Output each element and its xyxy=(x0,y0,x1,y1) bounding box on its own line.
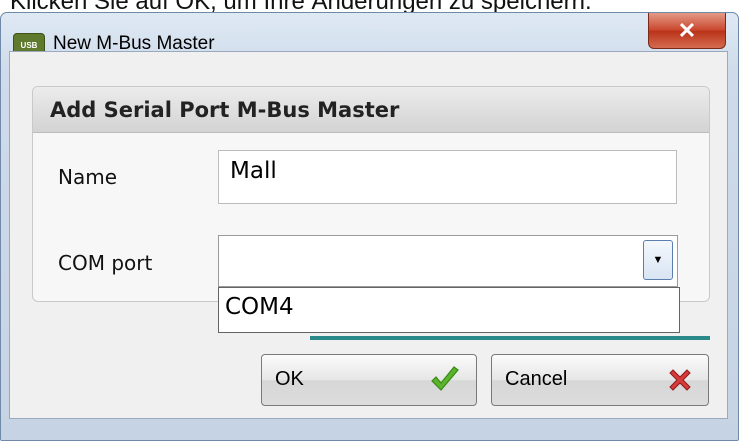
red-x-icon xyxy=(669,369,691,391)
checkmark-icon xyxy=(431,366,459,391)
dropdown-option-com4[interactable]: COM4 xyxy=(225,294,294,320)
dropdown-button[interactable]: ▼ xyxy=(643,240,673,280)
name-label: Name xyxy=(58,165,118,189)
ok-button[interactable]: OK xyxy=(261,354,477,406)
close-icon: ✕ xyxy=(677,17,697,43)
cancel-button-label: Cancel xyxy=(505,368,568,390)
close-button[interactable]: ✕ xyxy=(648,13,726,49)
com-port-label: COM port xyxy=(58,251,153,275)
com-port-select[interactable]: ▼ xyxy=(218,235,678,287)
com-port-dropdown-list: COM4 xyxy=(218,287,680,333)
cancel-button[interactable]: Cancel xyxy=(491,354,709,406)
accent-underline xyxy=(310,336,710,340)
chevron-down-icon: ▼ xyxy=(652,254,664,266)
ok-button-label: OK xyxy=(275,368,304,390)
group-header: Add Serial Port M-Bus Master xyxy=(33,87,709,133)
name-field[interactable]: Mall xyxy=(218,150,677,204)
